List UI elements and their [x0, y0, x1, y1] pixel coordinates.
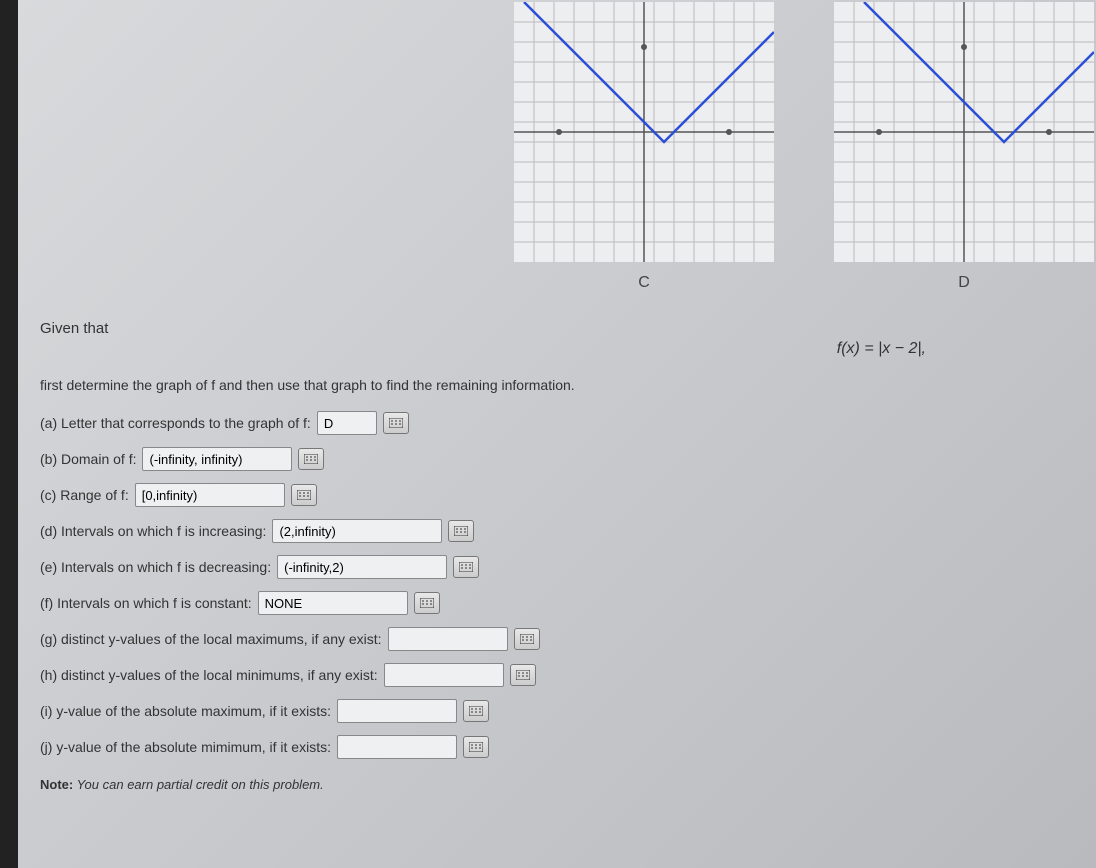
row-i: (i) y-value of the absolute maximum, if … — [40, 699, 1076, 723]
row-j: (j) y-value of the absolute mimimum, if … — [40, 735, 1076, 759]
label-i: (i) y-value of the absolute maximum, if … — [40, 703, 331, 719]
graph-c — [514, 2, 774, 262]
label-c: (c) Range of f: — [40, 487, 129, 503]
graph-c-wrap: C — [514, 2, 774, 292]
keypad-button-e[interactable] — [453, 556, 479, 578]
graphs-area: C D — [514, 2, 1094, 292]
input-e[interactable] — [277, 555, 447, 579]
input-j[interactable] — [337, 735, 457, 759]
input-f[interactable] — [258, 591, 408, 615]
keypad-button-h[interactable] — [510, 664, 536, 686]
row-b: (b) Domain of f: — [40, 447, 1076, 471]
graph-d-label: D — [958, 274, 970, 292]
row-d: (d) Intervals on which f is increasing: — [40, 519, 1076, 543]
keypad-button-j[interactable] — [463, 736, 489, 758]
keypad-button-c[interactable] — [291, 484, 317, 506]
input-h[interactable] — [384, 663, 504, 687]
input-g[interactable] — [388, 627, 508, 651]
input-b[interactable] — [142, 447, 292, 471]
label-h: (h) distinct y-values of the local minim… — [40, 667, 378, 683]
note: Note: You can earn partial credit on thi… — [40, 777, 1076, 792]
input-i[interactable] — [337, 699, 457, 723]
graph-d — [834, 2, 1094, 262]
keypad-button-i[interactable] — [463, 700, 489, 722]
keypad-button-d[interactable] — [448, 520, 474, 542]
note-rest: You can earn partial credit on this prob… — [73, 777, 324, 792]
keypad-button-f[interactable] — [414, 592, 440, 614]
keypad-button-g[interactable] — [514, 628, 540, 650]
graph-c-label: C — [638, 274, 650, 292]
label-j: (j) y-value of the absolute mimimum, if … — [40, 739, 331, 755]
given-that: Given that — [40, 320, 1076, 337]
input-d[interactable] — [272, 519, 442, 543]
row-h: (h) distinct y-values of the local minim… — [40, 663, 1076, 687]
input-c[interactable] — [135, 483, 285, 507]
label-e: (e) Intervals on which f is decreasing: — [40, 559, 271, 575]
row-c: (c) Range of f: — [40, 483, 1076, 507]
label-b: (b) Domain of f: — [40, 451, 136, 467]
row-f: (f) Intervals on which f is constant: — [40, 591, 1076, 615]
note-bold: Note: — [40, 777, 73, 792]
row-a: (a) Letter that corresponds to the graph… — [40, 411, 1076, 435]
window-edge — [0, 0, 18, 868]
instruction: first determine the graph of f and then … — [40, 377, 1076, 393]
label-f: (f) Intervals on which f is constant: — [40, 595, 252, 611]
label-d: (d) Intervals on which f is increasing: — [40, 523, 266, 539]
label-a: (a) Letter that corresponds to the graph… — [40, 415, 311, 431]
keypad-button-a[interactable] — [383, 412, 409, 434]
graph-d-wrap: D — [834, 2, 1094, 292]
row-e: (e) Intervals on which f is decreasing: — [40, 555, 1076, 579]
problem-content: Given that first determine the graph of … — [40, 320, 1076, 792]
input-a[interactable] — [317, 411, 377, 435]
label-g: (g) distinct y-values of the local maxim… — [40, 631, 382, 647]
keypad-button-b[interactable] — [298, 448, 324, 470]
row-g: (g) distinct y-values of the local maxim… — [40, 627, 1076, 651]
